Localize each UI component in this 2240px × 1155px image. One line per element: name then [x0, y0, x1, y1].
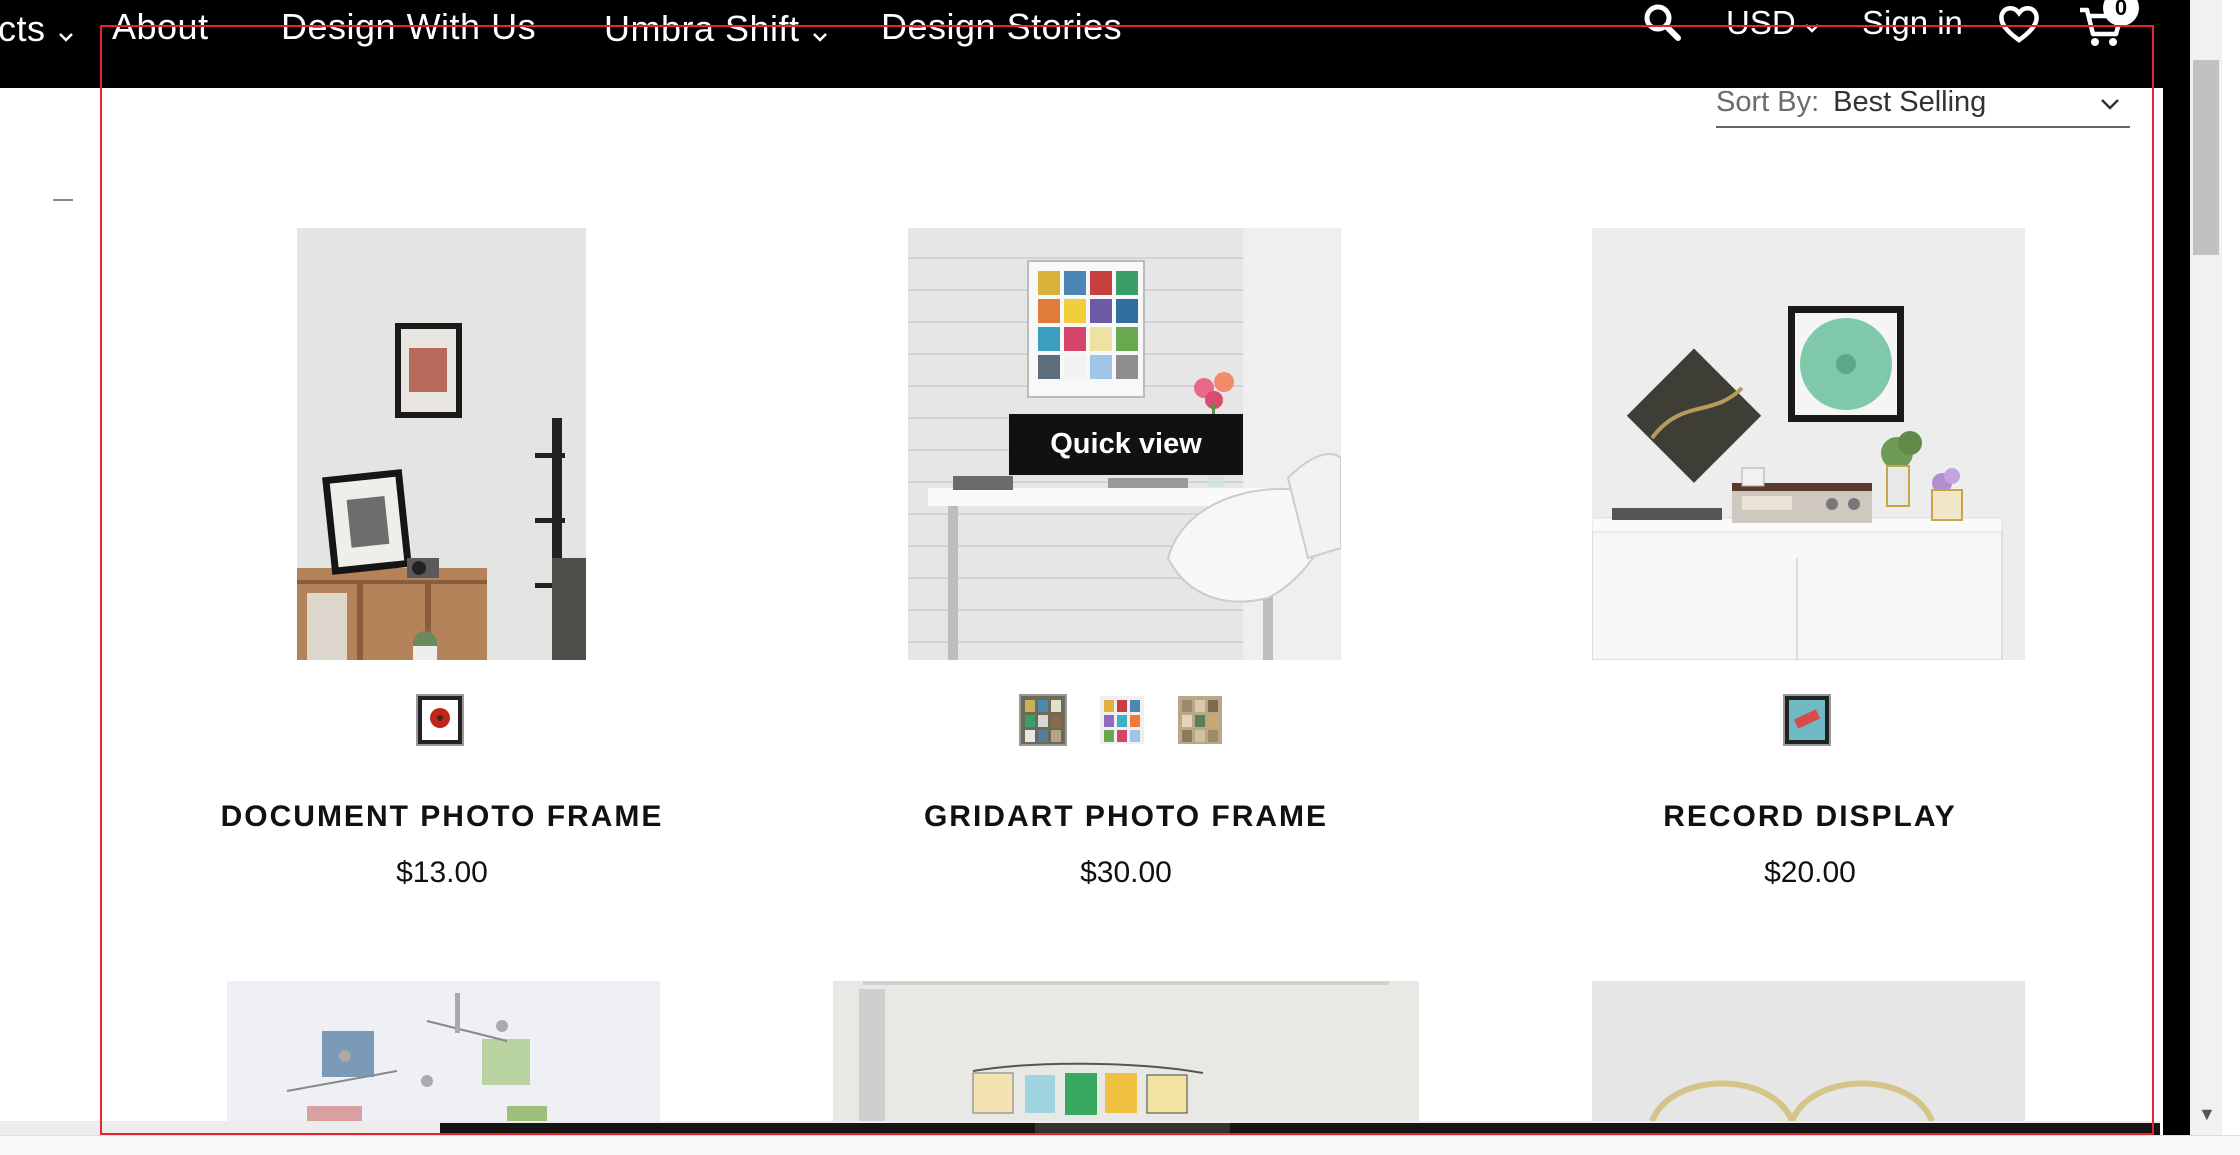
product-image-record-display[interactable]	[1592, 228, 2025, 660]
page-edge-strip	[2163, 0, 2190, 1135]
color-swatch[interactable]	[1176, 694, 1224, 746]
nav-item-design-with-us[interactable]: Design With Us	[281, 6, 536, 48]
chevron-down-icon	[2100, 86, 2120, 119]
nav-item-about[interactable]: About	[112, 6, 209, 48]
currency-selector[interactable]: USD	[1726, 4, 1820, 42]
horizontal-scrollbar-thumb[interactable]	[1035, 1123, 1230, 1135]
nav-item-label: Design With Us	[281, 6, 537, 47]
quick-view-button[interactable]: Quick view	[1009, 414, 1243, 475]
nav-item-label: About	[112, 6, 209, 47]
heart-icon	[1998, 4, 2040, 52]
collapse-filter-icon[interactable]	[53, 199, 73, 201]
scrollbar-thumb[interactable]	[2193, 60, 2219, 255]
chevron-down-icon	[812, 10, 828, 52]
product-title[interactable]: GRIDART PHOTO FRAME	[816, 800, 1436, 834]
search-icon	[1642, 2, 1682, 50]
top-navigation-bar: cts About Design With Us Umbra Shift Des…	[0, 0, 2190, 88]
sort-by-select[interactable]: Sort By: Best Selling	[1716, 78, 2130, 128]
product-image-row2-item1[interactable]	[227, 981, 660, 1121]
bottom-dark-bar	[440, 1123, 2160, 1135]
chevron-down-icon	[1804, 4, 1820, 42]
product-price: $20.00	[1764, 856, 1856, 889]
color-swatch[interactable]	[1098, 694, 1146, 746]
product-price: $30.00	[1080, 856, 1172, 889]
product-price: $13.00	[396, 856, 488, 889]
nav-item-label: Umbra Shift	[604, 8, 800, 49]
scroll-down-arrow-icon[interactable]: ▼	[2198, 1104, 2216, 1125]
nav-item-products[interactable]: cts	[0, 6, 74, 52]
product-image-document-photo-frame[interactable]	[297, 228, 586, 660]
product-image-row2-item3[interactable]	[1592, 981, 2025, 1121]
sign-in-label: Sign in	[1862, 4, 1963, 41]
nav-item-design-stories[interactable]: Design Stories	[881, 6, 1122, 48]
nav-item-umbra-shift[interactable]: Umbra Shift	[604, 6, 828, 52]
wishlist-button[interactable]	[1998, 4, 2040, 52]
nav-item-label: cts	[0, 8, 46, 49]
product-title[interactable]: DOCUMENT PHOTO FRAME	[132, 800, 752, 834]
color-swatch[interactable]	[416, 694, 464, 746]
sign-in-link[interactable]: Sign in	[1862, 4, 1963, 42]
vertical-scrollbar[interactable]: ▼	[2190, 0, 2222, 1135]
sort-by-label: Sort By:	[1716, 85, 1820, 118]
product-title[interactable]: RECORD DISPLAY	[1500, 800, 2120, 834]
chevron-down-icon	[58, 10, 74, 52]
color-swatch[interactable]	[1783, 694, 1831, 746]
search-button[interactable]	[1642, 2, 1682, 50]
product-image-row2-item2[interactable]	[833, 981, 1419, 1121]
sort-by-value: Best Selling	[1833, 85, 1987, 118]
color-swatch[interactable]	[1019, 694, 1067, 746]
bottom-edge	[0, 1135, 2240, 1155]
currency-label: USD	[1726, 4, 1796, 41]
nav-item-label: Design Stories	[881, 6, 1123, 47]
